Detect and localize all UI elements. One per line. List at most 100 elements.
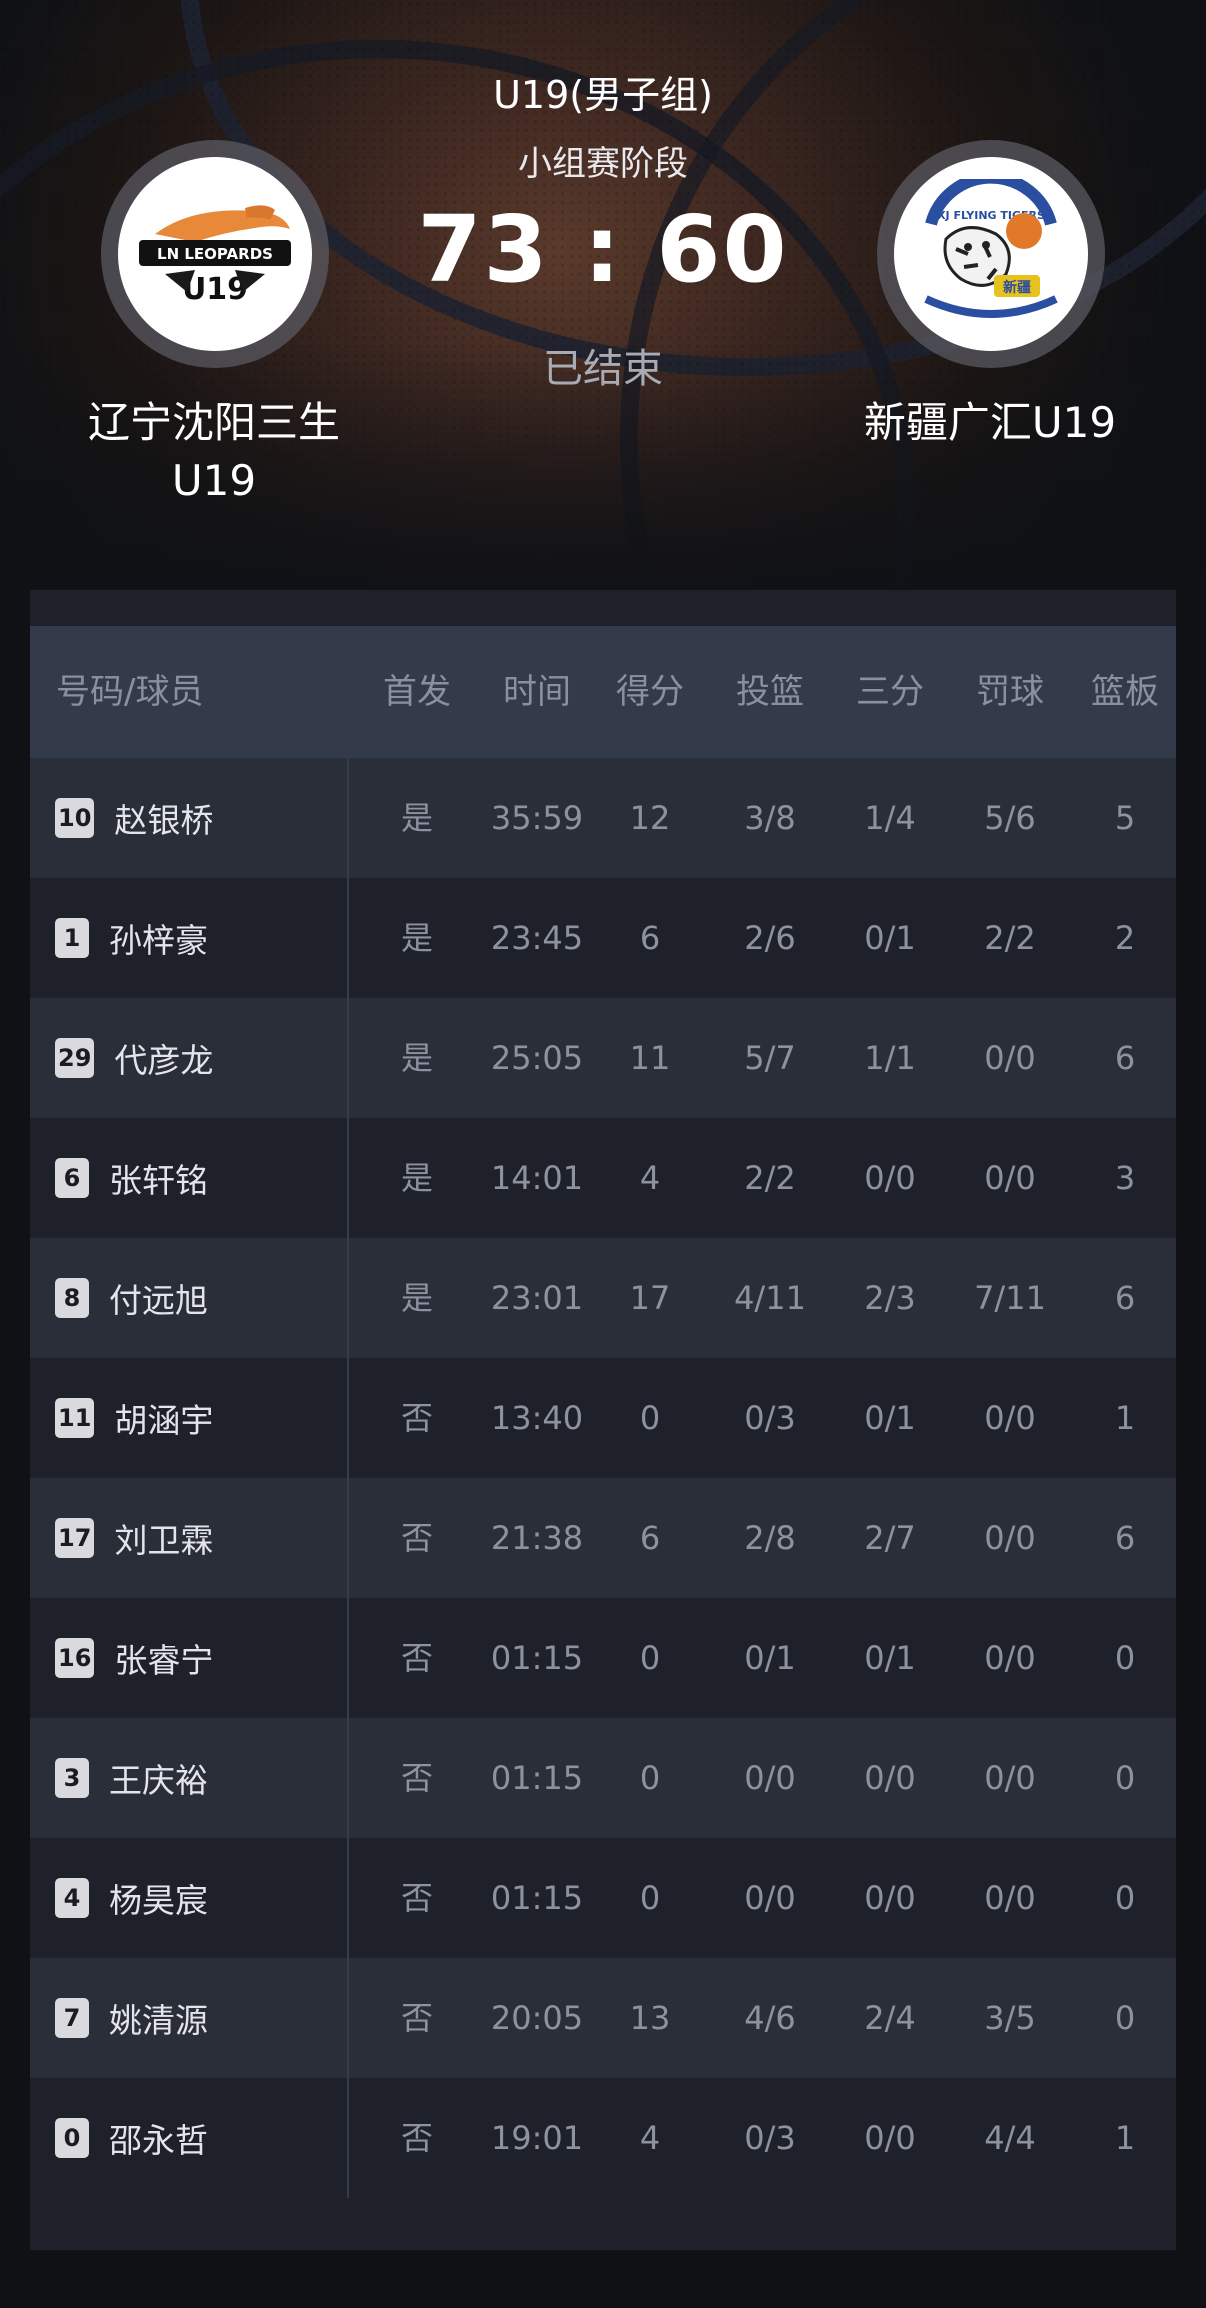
table-row[interactable]: 17 刘卫霖 否 21:38 6 2/8 2/7 0/0 6 [30,1478,1176,1598]
player-name[interactable]: 孙梓豪 [109,914,208,962]
cell-ft: 0/0 [984,1159,1036,1197]
jersey-number-badge: 6 [55,1158,89,1198]
player-cell: 11 胡涵宇 [55,1358,213,1478]
player-cell: 6 张轩铭 [55,1118,208,1238]
column-divider [347,758,349,2198]
cell-time: 13:40 [490,1399,584,1437]
cell-reb: 1 [1114,1399,1136,1437]
player-cell: 0 邵永哲 [55,2078,208,2198]
cell-points: 0 [639,1639,661,1677]
player-name[interactable]: 刘卫霖 [114,1514,213,1562]
home-team-name-line2: U19 [171,456,257,505]
col-header-ft: 罚球 [976,672,1044,712]
cell-ft: 0/0 [984,1519,1036,1557]
cell-points: 0 [639,1879,661,1917]
cell-fg: 0/3 [744,2119,796,2157]
col-header-starter: 首发 [383,672,451,712]
player-name[interactable]: 王庆裕 [109,1754,208,1802]
cell-three: 1/4 [864,799,916,837]
cell-fg: 2/2 [744,1159,796,1197]
svg-text:LN LEOPARDS: LN LEOPARDS [157,245,273,263]
jersey-number-badge: 0 [55,2118,89,2158]
table-row[interactable]: 29 代彦龙 是 25:05 11 5/7 1/1 0/0 6 [30,998,1176,1118]
cell-three: 0/1 [864,919,916,957]
cell-points: 0 [639,1759,661,1797]
table-row[interactable]: 16 张睿宁 否 01:15 0 0/1 0/1 0/0 0 [30,1598,1176,1718]
cell-three: 1/1 [864,1039,916,1077]
cell-fg: 2/6 [744,919,796,957]
away-team-logo[interactable]: XJ FLYING TIGERS 新疆 [877,140,1105,368]
cell-three: 0/0 [864,1159,916,1197]
col-header-time: 时间 [503,672,571,712]
cell-reb: 5 [1114,799,1136,837]
cell-time: 14:01 [490,1159,584,1197]
home-team-logo[interactable]: LN LEOPARDS U19 [101,140,329,368]
player-name[interactable]: 杨昊宸 [109,1874,208,1922]
cell-starter: 是 [400,919,433,957]
cell-time: 23:45 [490,919,584,957]
jersey-number-badge: 16 [55,1638,95,1678]
cell-fg: 4/11 [734,1279,806,1317]
col-header-reb: 篮板 [1091,672,1159,712]
cell-time: 01:15 [490,1879,584,1917]
player-name[interactable]: 张轩铭 [109,1154,208,1202]
cell-points: 0 [639,1399,661,1437]
cell-reb: 3 [1114,1159,1136,1197]
player-name[interactable]: 赵银桥 [114,794,213,842]
cell-starter: 是 [400,1039,433,1077]
cell-time: 21:38 [490,1519,584,1557]
cell-starter: 否 [400,2119,433,2157]
cell-reb: 6 [1114,1519,1136,1557]
table-row[interactable]: 8 付远旭 是 23:01 17 4/11 2/3 7/11 6 [30,1238,1176,1358]
cell-fg: 4/6 [744,1999,796,2037]
player-name[interactable]: 姚清源 [109,1994,208,2042]
home-team-name-line1: 辽宁沈阳三生 [87,398,340,447]
player-cell: 8 付远旭 [55,1238,208,1358]
match-group: U19(男子组) [493,73,713,117]
cell-three: 0/0 [864,1759,916,1797]
jersey-number-badge: 7 [55,1998,89,2038]
svg-text:新疆: 新疆 [1003,279,1031,296]
jersey-number-badge: 11 [55,1398,95,1438]
tiger-logo-icon: XJ FLYING TIGERS 新疆 [924,179,1058,318]
player-cell: 1 孙梓豪 [55,878,208,998]
cell-ft: 2/2 [984,919,1036,957]
cell-ft: 0/0 [984,1879,1036,1917]
cell-fg: 0/3 [744,1399,796,1437]
player-name[interactable]: 邵永哲 [109,2114,208,2162]
away-team-name[interactable]: 新疆广汇U19 [810,394,1170,452]
col-header-fg: 投篮 [736,672,804,712]
table-row[interactable]: 11 胡涵宇 否 13:40 0 0/3 0/1 0/0 1 [30,1358,1176,1478]
table-row[interactable]: 7 姚清源 否 20:05 13 4/6 2/4 3/5 0 [30,1958,1176,2078]
player-name[interactable]: 张睿宁 [114,1634,213,1682]
cell-time: 01:15 [490,1639,584,1677]
table-row[interactable]: 1 孙梓豪 是 23:45 6 2/6 0/1 2/2 2 [30,878,1176,998]
jersey-number-badge: 1 [55,918,89,958]
cell-reb: 6 [1114,1279,1136,1317]
cell-reb: 6 [1114,1039,1136,1077]
table-row[interactable]: 4 杨昊宸 否 01:15 0 0/0 0/0 0/0 0 [30,1838,1176,1958]
player-name[interactable]: 付远旭 [109,1274,208,1322]
home-team-name[interactable]: 辽宁沈阳三生 U19 [34,394,394,510]
player-name[interactable]: 胡涵宇 [114,1394,213,1442]
player-cell: 10 赵银桥 [55,758,213,878]
player-cell: 7 姚清源 [55,1958,208,2078]
cell-ft: 3/5 [984,1999,1036,2037]
cell-points: 13 [629,1999,671,2037]
cell-starter: 否 [400,1399,433,1437]
cell-ft: 0/0 [984,1399,1036,1437]
jersey-number-badge: 29 [55,1038,95,1078]
table-row[interactable]: 6 张轩铭 是 14:01 4 2/2 0/0 0/0 3 [30,1118,1176,1238]
table-row[interactable]: 10 赵银桥 是 35:59 12 3/8 1/4 5/6 5 [30,758,1176,878]
cell-points: 6 [639,919,661,957]
bottom-strip [0,2262,1206,2308]
cell-fg: 3/8 [744,799,796,837]
away-team-logo-badge: XJ FLYING TIGERS 新疆 [894,157,1088,351]
player-cell: 4 杨昊宸 [55,1838,208,1958]
jersey-number-badge: 10 [55,798,95,838]
table-row[interactable]: 3 王庆裕 否 01:15 0 0/0 0/0 0/0 0 [30,1718,1176,1838]
table-row[interactable]: 0 邵永哲 否 19:01 4 0/3 0/0 4/4 1 [30,2078,1176,2198]
cell-three: 0/0 [864,2119,916,2157]
player-name[interactable]: 代彦龙 [114,1034,213,1082]
cell-time: 25:05 [490,1039,584,1077]
